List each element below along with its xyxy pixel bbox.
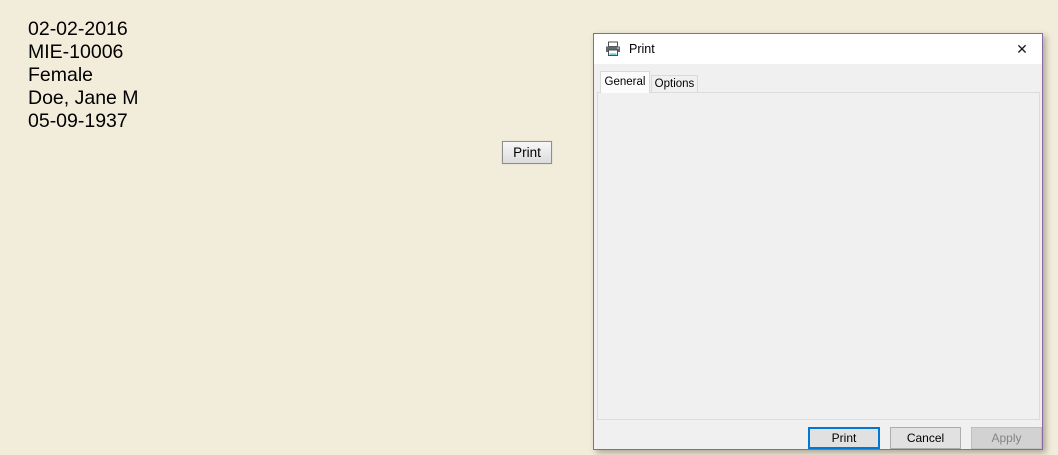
close-icon[interactable]: ✕ [1013, 40, 1031, 58]
patient-info-line: 02-02-2016 [28, 18, 139, 41]
patient-info-line: 05-09-1937 [28, 110, 139, 133]
tab-options[interactable]: Options [651, 75, 698, 93]
patient-info-line: Female [28, 64, 139, 87]
dialog-print-button[interactable]: Print [808, 427, 880, 449]
dialog-titlebar[interactable]: Print ✕ [594, 34, 1042, 64]
tab-panel-general [597, 92, 1040, 420]
patient-info-block: 02-02-2016 MIE-10006 Female Doe, Jane M … [28, 18, 139, 133]
dialog-apply-button[interactable]: Apply [971, 427, 1042, 449]
dialog-cancel-button[interactable]: Cancel [890, 427, 961, 449]
page-print-button[interactable]: Print [502, 141, 552, 164]
patient-info-line: MIE-10006 [28, 41, 139, 64]
tab-general[interactable]: General [600, 71, 650, 93]
patient-info-line: Doe, Jane M [28, 87, 139, 110]
print-dialog: Print ✕ General Options Select Printer A… [593, 33, 1043, 450]
printer-icon [605, 41, 621, 57]
dialog-title: Print [629, 42, 655, 56]
